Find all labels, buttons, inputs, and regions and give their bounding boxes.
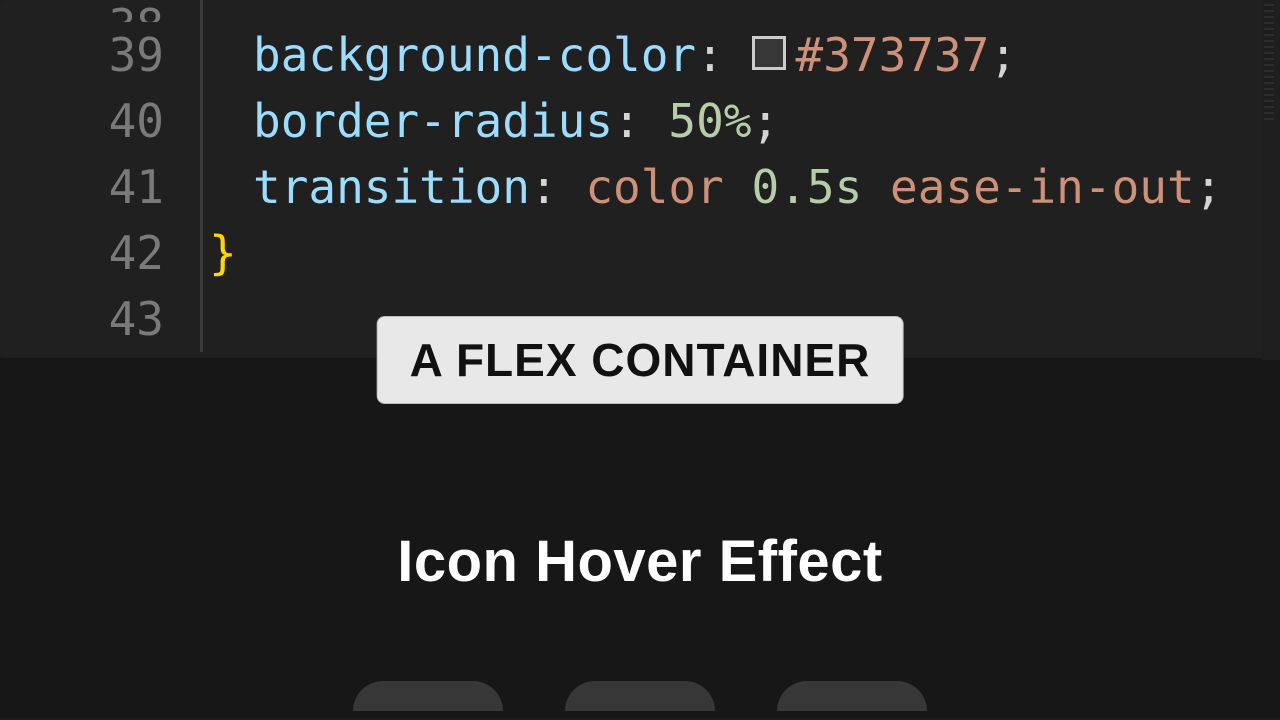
semicolon: ; [989,22,1017,88]
preview-title: Icon Hover Effect [397,528,883,595]
caption-overlay: A FLEX CONTAINER [377,316,904,404]
css-value: color [585,154,723,220]
css-easing: ease-in-out [890,154,1195,220]
css-property: transition [253,154,530,220]
color-swatch-icon[interactable] [752,36,786,70]
code-line-40[interactable]: border-radius: 50%; [203,88,1222,154]
line-number: 40 [0,88,164,154]
preview-pane: Icon Hover Effect [0,358,1280,718]
code-line-38[interactable]: color: #7a7a7a; [203,0,1222,22]
minimap[interactable] [1262,0,1280,360]
line-number: 39 [0,22,164,88]
social-icon-button[interactable] [353,681,503,711]
semicolon: ; [1195,154,1223,220]
code-line-39[interactable]: background-color: #373737; [203,22,1222,88]
css-property: border-radius [253,88,613,154]
line-number: 41 [0,154,164,220]
colon: : [530,154,585,220]
code-line-41[interactable]: transition: color 0.5s ease-in-out; [203,154,1222,220]
icon-row [353,681,927,711]
code-line-42[interactable]: } [200,220,1222,286]
closing-brace: } [209,220,237,286]
code-editor-pane[interactable]: 38 39 40 41 42 43 color: #7a7a7a; backgr… [0,0,1280,358]
colon: : [696,22,751,88]
css-hex-value: #373737 [796,22,990,88]
colon: : [613,88,668,154]
line-number-gutter: 38 39 40 41 42 43 [0,0,200,352]
line-number: 42 [0,220,164,286]
css-duration: 0.5s [752,154,863,220]
css-value: 50% [668,88,751,154]
semicolon: ; [752,88,780,154]
line-number: 43 [0,286,164,352]
social-icon-button[interactable] [565,681,715,711]
code-content[interactable]: color: #7a7a7a; background-color: #37373… [200,0,1222,352]
css-property: background-color [253,22,696,88]
social-icon-button[interactable] [777,681,927,711]
